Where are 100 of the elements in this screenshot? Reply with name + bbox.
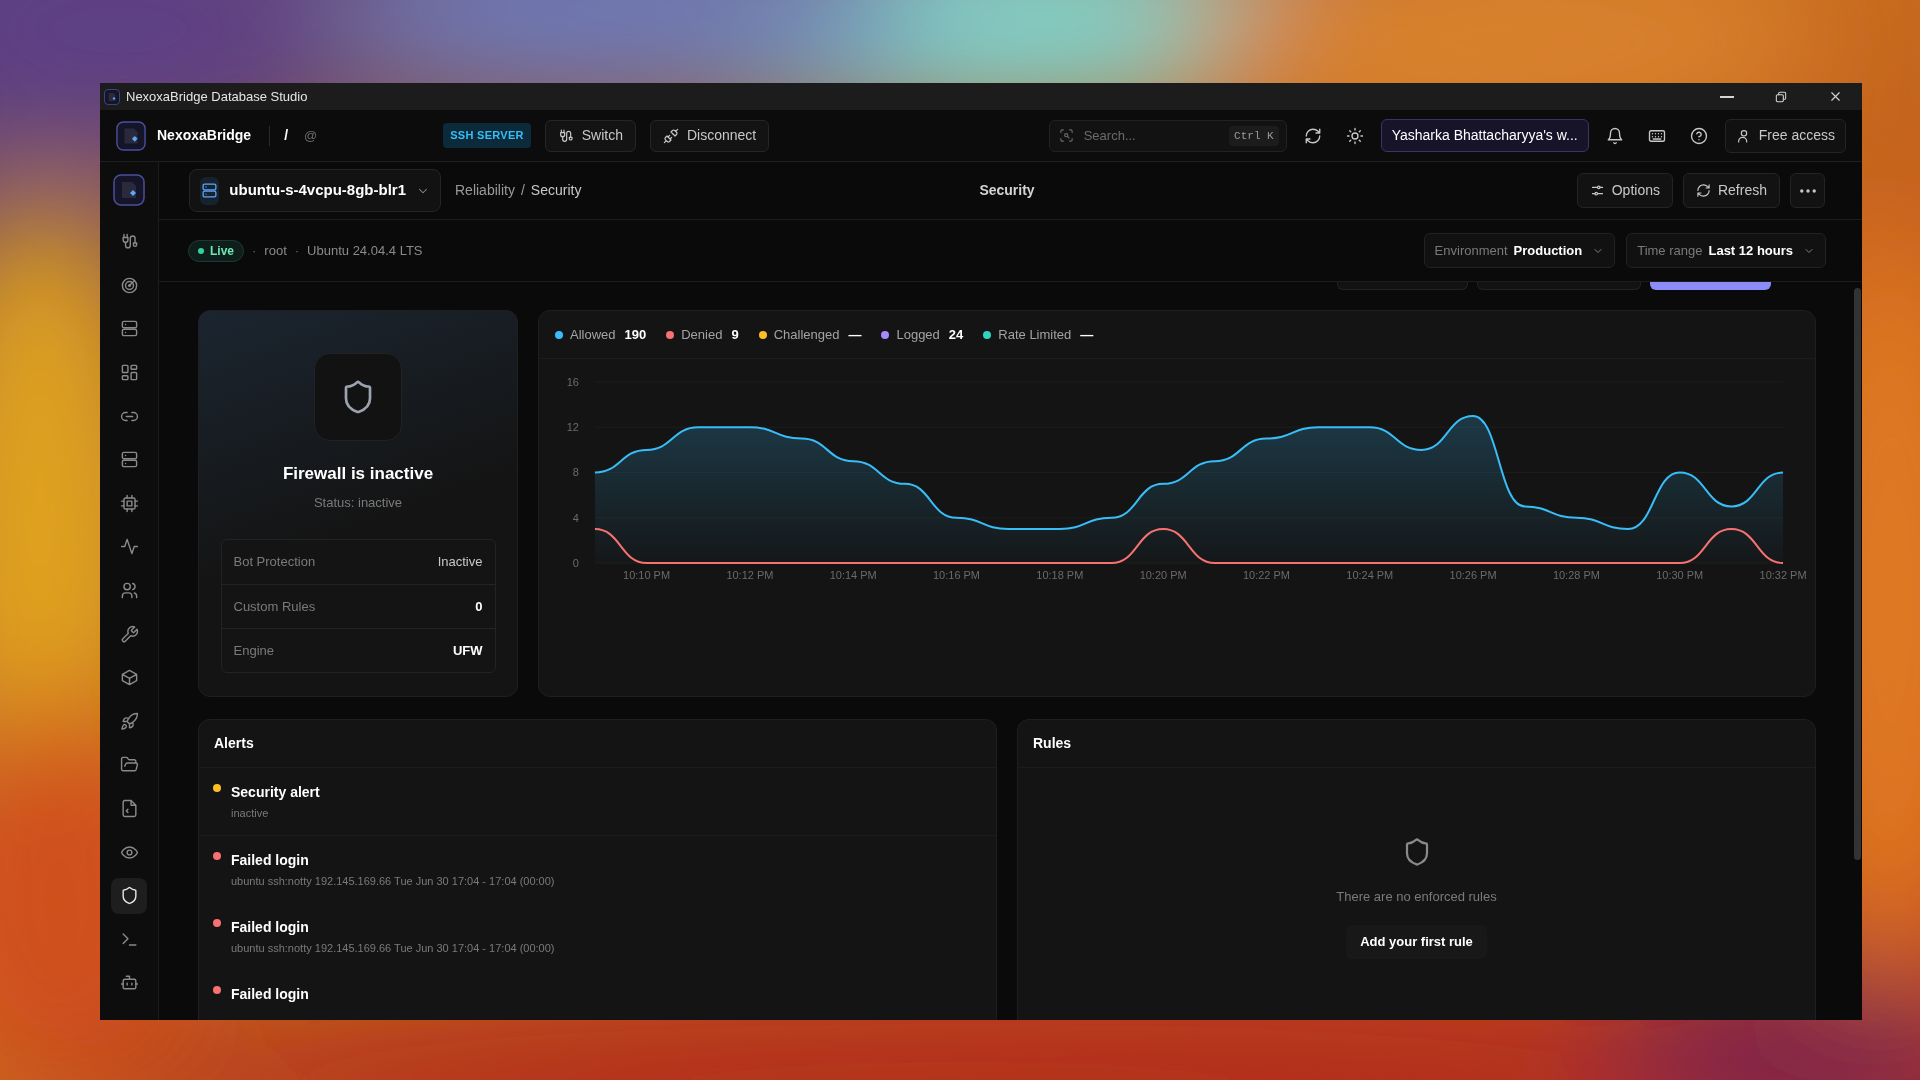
app-logo-icon [104,88,120,105]
legend-value: — [1080,325,1094,344]
legend-label: Denied [681,325,723,344]
x-tick-label: 10:30 PM [1656,569,1704,581]
empty-state-text: There are no enforced rules [1336,888,1497,906]
x-tick-label: 10:12 PM [726,569,774,581]
alert-title: Failed login [231,985,309,1004]
server-selector[interactable]: ubuntu-s-4vcpu-8gb-blr1 [189,169,441,212]
x-tick-label: 10:16 PM [933,569,980,581]
page-title: Security [979,181,1035,200]
alert-detail: ubuntu ssh:notty 192.145.169.66 Tue Jun 30 17:04 - 17:04 (00:00) [231,874,555,889]
alert-title: Failed login [231,918,310,937]
x-tick-label: 10:28 PM [1552,569,1600,581]
refresh-button[interactable]: Refresh [1682,173,1780,208]
brand-name: NexoxaBridge [157,126,252,145]
x-tick-label: 10:26 PM [1449,569,1497,581]
x-tick-label: 10:32 PM [1759,569,1807,581]
legend-value: 24 [948,325,964,344]
legend-value: — [848,325,862,344]
search-icon [1058,127,1074,143]
path-separator: / [284,126,289,145]
more-button[interactable] [1790,173,1825,208]
meta-text: Ubuntu 24.04.4 LTS [307,241,423,260]
file-icon [119,799,139,818]
window-title: NexoxaBridge Database Studio [126,87,308,106]
filter-dropdown[interactable]: Environment Production [1423,233,1616,268]
account-button[interactable]: Free access [1724,118,1846,153]
property-value: UFW [452,641,483,660]
property-value: 0 [475,597,483,616]
activity-icon [119,537,139,557]
alert-title: Failed login [231,851,310,870]
meta-separator: · [294,241,300,260]
legend-label: Allowed [570,325,616,344]
help-icon [1689,126,1708,145]
workspace-button[interactable]: Yasharka Bhattacharyya's w... [1380,119,1589,152]
users-icon [119,581,139,601]
switch-button[interactable]: Switch [544,119,636,152]
restore-icon [1774,89,1788,104]
breadcrumb-link[interactable]: Reliability [455,180,515,201]
card-title: Alerts [214,734,254,753]
y-tick-label: 12 [566,421,579,434]
alert-title: Security alert [231,783,320,802]
shield-icon [119,886,139,906]
app-logo-icon [116,120,146,151]
alert-detail: inactive [231,806,270,821]
property-value: Inactive [437,553,483,572]
filter-dropdown[interactable]: Time range Last 12 hours [1626,233,1826,268]
y-tick-label: 4 [572,511,579,524]
rocket-icon [119,711,139,731]
wrench-icon [119,624,139,644]
add-rule-button[interactable]: Add your first rule [1346,924,1487,959]
bot-icon [119,973,139,993]
legend-value: 9 [731,325,739,344]
user-handle: @ [304,126,318,145]
server-icon [119,319,139,339]
options-button[interactable]: Options [1576,173,1673,208]
firewall-title: Firewall is inactive [282,463,434,485]
target-icon [119,275,139,295]
server-icon [201,182,219,199]
refresh-icon [1695,183,1711,198]
x-tick-label: 10:10 PM [623,569,671,581]
meta-text: root [264,241,287,260]
cpu-icon [119,493,139,513]
breadcrumb-separator: / [520,181,525,200]
legend-value: 190 [624,325,647,344]
property-label: Engine [233,641,274,660]
sliders-icon [1589,183,1605,198]
alert-detail: ubuntu ssh:notty 192.145.169.66 Tue Jun 30 17:04 - 17:04 (00:00) [231,941,555,956]
more-icon [1799,188,1816,193]
property-label: Custom Rules [233,597,316,616]
live-badge: Live [188,239,244,262]
breadcrumb-link[interactable]: Security [530,180,582,201]
minimize-icon [1720,95,1734,98]
y-tick-label: 0 [572,557,579,569]
shortcut-key: Ctrl K [1229,125,1279,146]
scrollbar[interactable] [1854,288,1861,860]
server-icon [119,450,139,470]
y-tick-label: 16 [566,376,579,388]
x-tick-label: 10:24 PM [1346,569,1394,581]
card-title: Rules [1033,734,1072,753]
y-tick-label: 8 [572,466,579,479]
x-tick-label: 10:18 PM [1036,569,1084,581]
app-logo-icon [113,174,145,206]
x-tick-label: 10:14 PM [829,569,877,581]
legend-label: Rate Limited [998,325,1072,344]
bell-icon [1605,126,1624,145]
box-icon [119,668,139,688]
disconnect-button[interactable]: Disconnect [649,119,770,152]
refresh-icon [1303,126,1322,145]
x-tick-label: 10:20 PM [1139,569,1187,581]
legend-label: Challenged [773,325,840,344]
plug-icon [557,127,574,144]
server-type-badge: SSH SERVER [443,123,531,148]
legend-label: Logged [896,325,940,344]
property-label: Bot Protection [233,553,316,572]
unplug-icon [662,127,679,144]
firewall-status: Status: inactive [313,493,403,512]
x-tick-label: 10:22 PM [1242,569,1290,581]
sidebar-button[interactable] [111,877,147,914]
folder-icon [119,755,139,775]
